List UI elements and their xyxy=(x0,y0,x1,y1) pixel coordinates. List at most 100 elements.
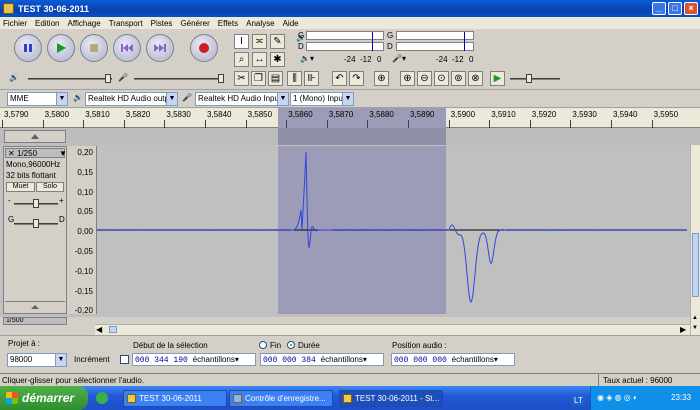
stop-button[interactable] xyxy=(80,34,108,62)
end-radio[interactable] xyxy=(259,341,267,349)
menu-aide[interactable]: Aide xyxy=(283,19,299,28)
waveform-view[interactable] xyxy=(97,146,687,314)
desktop-icon[interactable] xyxy=(94,390,110,406)
solo-button[interactable]: Solo xyxy=(36,182,64,192)
input-device-select[interactable]: Realtek HD Audio Input ▼ xyxy=(195,92,289,106)
scroll-right-icon[interactable]: ▶ xyxy=(680,325,686,334)
timeline-ruler[interactable]: 3,5790 3,5800 3,5810 3,5820 3,5830 3,5840 3,58… xyxy=(0,108,700,128)
output-volume-thumb[interactable] xyxy=(105,74,111,83)
zoom-tool-icon[interactable]: ⌕ xyxy=(234,52,249,67)
track-collapse-button[interactable] xyxy=(5,301,65,312)
scroll-left-icon[interactable]: ◀ xyxy=(96,325,102,334)
audio-position-field[interactable]: 000 000 000 échantillons▾ xyxy=(391,353,515,366)
timeshift-tool-icon[interactable]: ↔ xyxy=(252,52,267,67)
strip-selection-region xyxy=(278,128,446,145)
gain-thumb[interactable] xyxy=(33,199,39,208)
trim-icon[interactable]: ⫼ xyxy=(287,71,302,86)
speaker-icon[interactable]: 🔈▾ xyxy=(300,54,314,63)
amplitude-tick-label: -0,10 xyxy=(74,266,93,276)
selection-start-unit: échantillons xyxy=(192,355,235,364)
vertical-scrollbar[interactable]: ▲ ▼ xyxy=(690,145,700,335)
menu-generer[interactable]: Générer xyxy=(180,19,209,28)
pause-button[interactable] xyxy=(14,34,42,62)
menu-analyse[interactable]: Analyse xyxy=(246,19,274,28)
menu-edition[interactable]: Edition xyxy=(35,19,59,28)
menu-pistes[interactable]: Pistes xyxy=(151,19,173,28)
scroll-down-icon[interactable]: ▼ xyxy=(692,325,698,331)
language-indicator[interactable]: LT xyxy=(572,395,585,406)
maximize-button[interactable]: □ xyxy=(668,2,682,15)
input-volume-slider[interactable] xyxy=(134,78,224,80)
next-track-header[interactable]: 1/500 xyxy=(3,317,67,325)
input-channels-select[interactable]: 1 (Mono) Inpu ▼ xyxy=(290,92,354,106)
selection-start-field[interactable]: 000 344 190 échantillons▾ xyxy=(132,353,256,366)
pause-icon xyxy=(24,44,32,52)
fit-project-icon[interactable]: ⊚ xyxy=(451,71,466,86)
minimize-button[interactable]: _ xyxy=(652,2,666,15)
play-at-speed-icon[interactable]: ▶ xyxy=(490,71,505,86)
selection-tool-icon[interactable]: I xyxy=(234,34,249,49)
menu-fichier[interactable]: Fichier xyxy=(3,19,27,28)
audio-position-unit: échantillons xyxy=(451,355,494,364)
mute-button[interactable]: Muet xyxy=(6,182,35,192)
skip-end-button[interactable] xyxy=(146,34,174,62)
audio-host-select[interactable]: MME ▼ xyxy=(7,92,68,106)
input-channels-value: 1 (Mono) Inpu xyxy=(293,94,343,103)
tray-icons[interactable]: ◉ ◈ ◍ ◎ ◐ xyxy=(597,393,638,402)
rec-scale-label: -12 xyxy=(452,55,464,64)
scroll-up-icon[interactable]: ▲ xyxy=(692,315,698,321)
menu-transport[interactable]: Transport xyxy=(109,19,143,28)
play-speed-slider[interactable] xyxy=(510,78,560,80)
taskbar-item-audacity-stereo[interactable]: TEST 30-06-2011 - St... xyxy=(339,390,443,407)
menu-effets[interactable]: Effets xyxy=(218,19,238,28)
vertical-scroll-thumb[interactable] xyxy=(692,233,699,297)
amplitude-tick-label: 0,15 xyxy=(77,167,93,177)
taskbar-item-recording-control[interactable]: Contrôle d'enregistre... xyxy=(229,390,333,407)
play-speed-thumb[interactable] xyxy=(526,74,532,83)
ruler-tick xyxy=(245,120,247,128)
microphone-icon[interactable]: 🎤▾ xyxy=(392,54,406,63)
track-close-icon[interactable]: ✕ xyxy=(8,149,15,158)
silence-icon[interactable]: ⊪ xyxy=(304,71,319,86)
track-name-bar[interactable]: ✕ 1/250 ▼ xyxy=(5,148,67,158)
gain-plus-label: + xyxy=(59,196,64,205)
ruler-label: 3,5930 xyxy=(572,110,597,119)
input-volume-thumb[interactable] xyxy=(218,74,224,83)
sync-lock-icon[interactable]: ⊕ xyxy=(374,71,389,86)
pan-thumb[interactable] xyxy=(33,219,39,228)
zoom-out-icon[interactable]: ⊖ xyxy=(417,71,432,86)
collapse-strip[interactable] xyxy=(4,130,66,143)
length-radio[interactable] xyxy=(287,341,295,349)
copy-icon[interactable]: ❐ xyxy=(251,71,266,86)
skip-start-button[interactable] xyxy=(113,34,141,62)
project-rate-select[interactable]: 98000 ▼ xyxy=(7,353,67,367)
horizontal-scroll-thumb[interactable] xyxy=(109,326,117,333)
ruler-label: 3,5800 xyxy=(44,110,70,119)
envelope-tool-icon[interactable]: ≍ xyxy=(252,34,267,49)
paste-icon[interactable]: ▤ xyxy=(268,71,283,86)
record-button[interactable] xyxy=(190,34,218,62)
close-button[interactable]: × xyxy=(684,2,698,15)
track-menu-chevron-icon[interactable]: ▼ xyxy=(59,149,67,158)
input-volume-icon: 🎤 xyxy=(118,73,128,82)
redo-icon[interactable]: ↷ xyxy=(349,71,364,86)
multi-tool-icon[interactable]: ✱ xyxy=(270,52,285,67)
menu-affichage[interactable]: Affichage xyxy=(67,19,100,28)
start-button[interactable]: démarrer xyxy=(0,386,88,410)
play-button[interactable] xyxy=(47,34,75,62)
horizontal-scrollbar[interactable]: ◀ ▶ xyxy=(95,324,690,335)
ruler-label: 3,5940 xyxy=(613,110,638,119)
draw-tool-icon[interactable]: ✎ xyxy=(270,34,285,49)
track-name[interactable]: 1/250 xyxy=(17,149,37,158)
cut-icon[interactable]: ✂ xyxy=(234,71,249,86)
undo-icon[interactable]: ↶ xyxy=(332,71,347,86)
amplitude-tick-label: 0,20 xyxy=(77,148,93,157)
output-volume-slider[interactable] xyxy=(28,78,112,80)
fit-selection-icon[interactable]: ⊙ xyxy=(434,71,449,86)
zoom-in-icon[interactable]: ⊕ xyxy=(400,71,415,86)
zoom-toggle-icon[interactable]: ⊗ xyxy=(468,71,483,86)
taskbar-item-audacity[interactable]: TEST 30-06-2011 xyxy=(123,390,227,407)
output-device-select[interactable]: Realtek HD Audio outpu ▼ xyxy=(85,92,178,106)
selection-length-field[interactable]: 000 000 384 échantillons▾ xyxy=(260,353,384,366)
snap-checkbox[interactable] xyxy=(120,355,129,364)
